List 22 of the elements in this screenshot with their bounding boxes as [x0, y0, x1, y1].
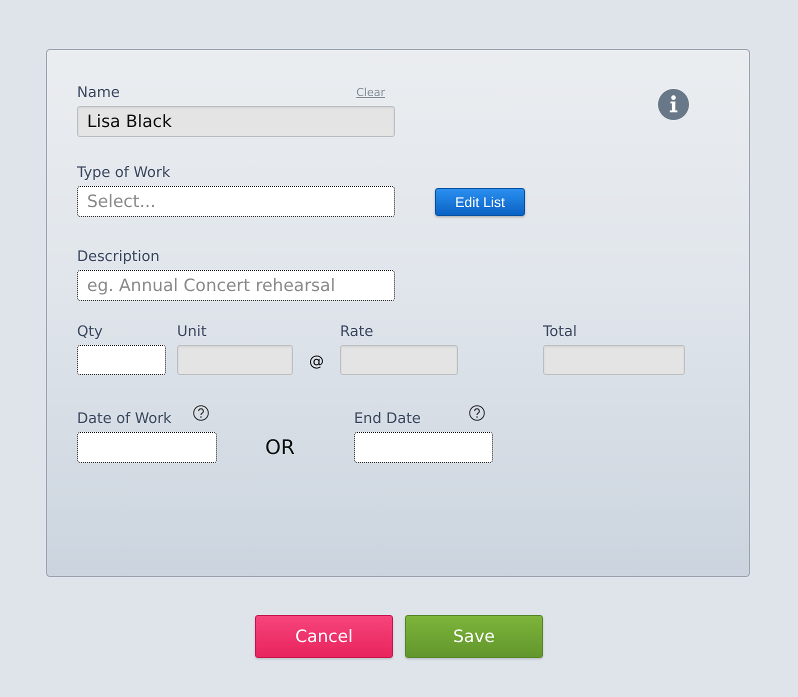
field-label: End Date: [354, 410, 421, 428]
input-field[interactable]: [77, 432, 217, 463]
help-icon: [469, 405, 485, 421]
cancel-button[interactable]: Cancel: [255, 615, 393, 658]
field-label: Type of Work: [77, 164, 170, 182]
input-field[interactable]: [354, 432, 493, 463]
input-field[interactable]: eg. Annual Concert rehearsal: [77, 270, 395, 301]
help-icon: [193, 405, 209, 421]
save-button[interactable]: Save: [405, 615, 543, 658]
or-text: OR: [264, 434, 296, 461]
field-label: Qty: [77, 323, 103, 341]
input-field[interactable]: [77, 345, 166, 375]
field-label: Name: [77, 84, 120, 102]
at-sign: @: [308, 351, 325, 372]
field-label: Unit: [177, 323, 207, 341]
field-label: Rate: [340, 323, 374, 341]
info-icon: [658, 89, 689, 120]
edit-list-button[interactable]: Edit List: [435, 188, 525, 216]
input-field[interactable]: Select...: [77, 186, 395, 217]
field-label: Total: [543, 323, 577, 341]
field-label: Date of Work: [77, 410, 172, 428]
field-label: Description: [77, 248, 160, 266]
